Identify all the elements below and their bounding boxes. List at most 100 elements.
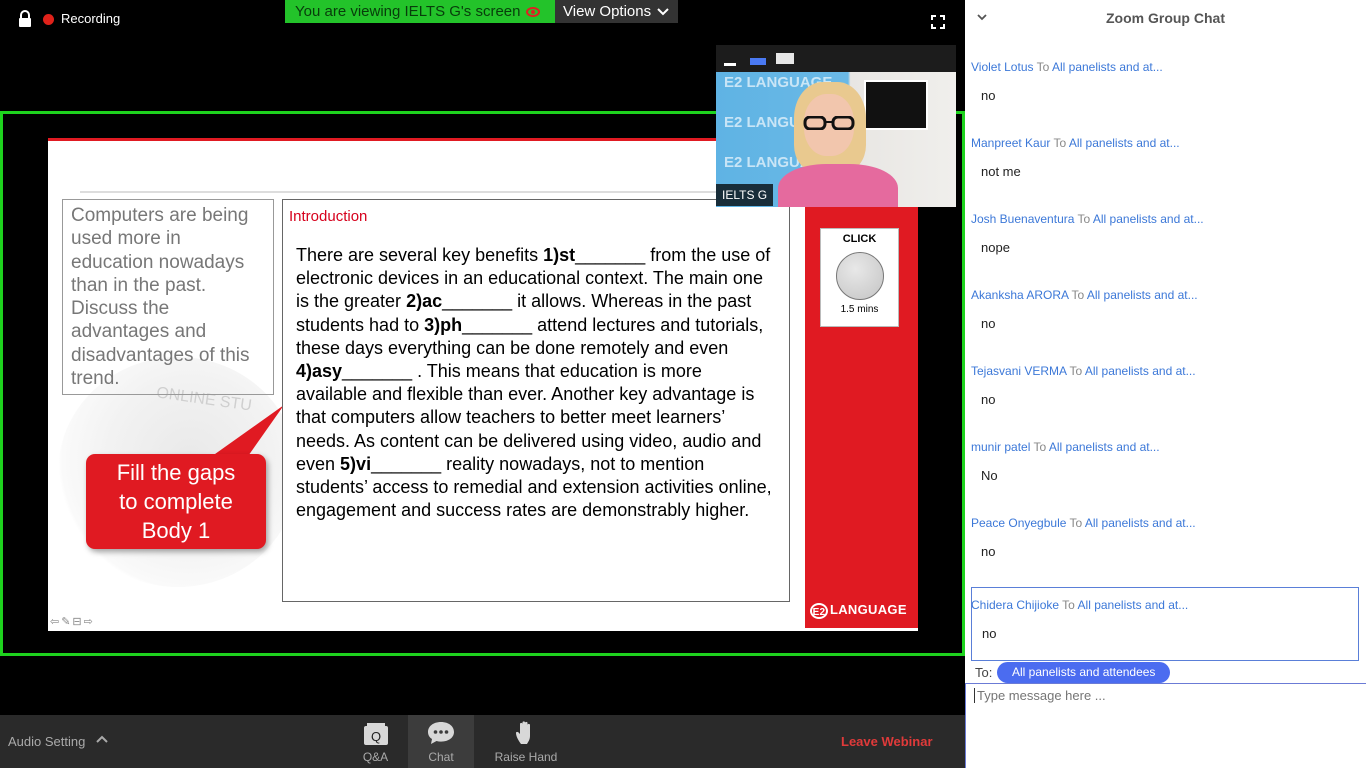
callout-line: to complete bbox=[119, 489, 233, 514]
click-label: CLICK bbox=[842, 233, 877, 245]
chat-message-header: Violet Lotus To All panelists and at... bbox=[971, 60, 1163, 74]
chat-message-text: no bbox=[982, 626, 997, 641]
chat-sender[interactable]: Akanksha ARORA bbox=[971, 288, 1068, 302]
raise-hand-button[interactable]: Raise Hand bbox=[485, 715, 567, 768]
qa-button[interactable]: Q Q&A bbox=[343, 715, 408, 768]
chat-message-header: Akanksha ARORA To All panelists and at..… bbox=[971, 288, 1198, 302]
chat-message[interactable]: munir patel To All panelists and at... No bbox=[971, 430, 1359, 504]
view-options-button[interactable]: View Options bbox=[555, 0, 678, 23]
chat-message-text: no bbox=[981, 544, 996, 559]
introduction-box: Introduction There are several key benef… bbox=[282, 199, 790, 602]
chat-sender[interactable]: Josh Buenaventura bbox=[971, 212, 1074, 226]
video-toolbar bbox=[716, 45, 956, 72]
chat-to-word: To bbox=[1071, 288, 1085, 302]
chat-message[interactable]: Manpreet Kaur To All panelists and at...… bbox=[971, 126, 1359, 200]
timer-button-icon[interactable] bbox=[835, 252, 884, 300]
message-input[interactable] bbox=[974, 688, 1357, 703]
chat-message[interactable]: Violet Lotus To All panelists and at... n… bbox=[971, 50, 1359, 124]
chat-sender[interactable]: Chidera Chijioke bbox=[971, 598, 1059, 612]
presenter-body bbox=[778, 164, 898, 207]
chat-recipient[interactable]: All panelists and at... bbox=[1085, 516, 1196, 530]
lock-icon bbox=[19, 10, 31, 27]
chat-message-header: Chidera Chijioke To All panelists and at… bbox=[971, 598, 1188, 612]
chat-message-header: Josh Buenaventura To All panelists and a… bbox=[971, 212, 1204, 226]
paragraph-text: There are several key benefits bbox=[296, 245, 544, 265]
gap-number: 3)ph bbox=[424, 314, 463, 335]
gap-number: 2)ac bbox=[406, 291, 443, 312]
view-options-label: View Options bbox=[563, 3, 652, 20]
callout-line: Body 1 bbox=[141, 518, 211, 543]
expand-video-icon[interactable] bbox=[776, 51, 796, 65]
e2-language-logo: E2 LANGUAGE bbox=[810, 602, 907, 619]
chat-message-header: Manpreet Kaur To All panelists and at... bbox=[971, 136, 1180, 150]
chat-recipient[interactable]: All panelists and at... bbox=[1052, 60, 1163, 74]
presentation-slide: ONLINE STU Computers are being used more… bbox=[48, 138, 918, 631]
slide-divider bbox=[80, 191, 720, 193]
slide-annotation-tools[interactable]: ⇦✎⊟⇨ bbox=[50, 615, 95, 628]
fullscreen-icon[interactable] bbox=[931, 15, 945, 29]
chat-sender[interactable]: Tejasvani VERMA bbox=[971, 364, 1066, 378]
chat-message-text: no bbox=[981, 392, 996, 407]
wall-poster bbox=[864, 80, 928, 130]
gap-number: 4)asy bbox=[296, 361, 343, 382]
chat-message[interactable]: Chidera Chijioke To All panelists and at… bbox=[971, 587, 1359, 661]
active-speaker-view-icon[interactable] bbox=[750, 54, 768, 68]
recording-indicator-icon bbox=[43, 14, 54, 25]
introduction-paragraph: There are several key benefits 1)st_____… bbox=[296, 244, 774, 522]
chat-sender[interactable]: munir patel bbox=[971, 440, 1030, 454]
gap-number: 1)st bbox=[543, 245, 576, 265]
chat-to-word: To bbox=[1062, 598, 1075, 612]
chat-to-word: To bbox=[1036, 60, 1050, 74]
chat-message-text: no bbox=[981, 316, 996, 331]
chat-button[interactable]: Chat bbox=[408, 715, 474, 768]
chat-recipient[interactable]: All panelists and at... bbox=[1093, 212, 1204, 226]
timer-duration: 1.5 mins bbox=[840, 304, 879, 315]
chat-label: Chat bbox=[428, 750, 454, 764]
chat-message-text: not me bbox=[981, 164, 1021, 179]
chat-recipient[interactable]: All panelists and at... bbox=[1049, 440, 1160, 454]
chat-recipient[interactable]: All panelists and at... bbox=[1087, 288, 1198, 302]
participant-name-tag: IELTS G bbox=[716, 184, 774, 206]
chevron-up-icon[interactable] bbox=[96, 734, 108, 744]
chat-message-header: munir patel To All panelists and at... bbox=[971, 440, 1160, 454]
chat-message[interactable]: Akanksha ARORA To All panelists and at..… bbox=[971, 278, 1359, 352]
compose-area[interactable] bbox=[965, 683, 1366, 768]
recording-label: Recording bbox=[61, 11, 121, 26]
chat-sender[interactable]: Peace Onyegbule bbox=[971, 516, 1066, 530]
meeting-toolbar: Audio Setting Q Q&A Chat Raise Hand Leav… bbox=[0, 715, 965, 768]
viewing-screen-banner: You are viewing IELTS G's screen bbox=[285, 0, 555, 23]
audio-setting-button[interactable]: Audio Setting bbox=[8, 734, 85, 749]
chat-message[interactable]: Tejasvani VERMA To All panelists and at.… bbox=[971, 354, 1359, 428]
chat-to-word: To bbox=[1033, 440, 1047, 454]
chat-bubble-icon bbox=[428, 722, 454, 744]
e2-badge-icon: E2 bbox=[810, 602, 828, 619]
chat-message-header: Peace Onyegbule To All panelists and at.… bbox=[971, 516, 1196, 530]
chat-sender[interactable]: Violet Lotus bbox=[971, 60, 1034, 74]
raise-hand-label: Raise Hand bbox=[494, 750, 558, 764]
chat-sender[interactable]: Manpreet Kaur bbox=[971, 136, 1050, 150]
recipient-selector[interactable]: All panelists and attendees bbox=[997, 662, 1171, 683]
svg-text:Q: Q bbox=[371, 729, 381, 744]
chat-message-text: No bbox=[981, 468, 998, 483]
chat-recipient[interactable]: All panelists and at... bbox=[1078, 598, 1189, 612]
gap-number: 5)vi bbox=[340, 453, 372, 474]
leave-webinar-button[interactable]: Leave Webinar bbox=[841, 734, 933, 749]
chat-to-word: To bbox=[1053, 136, 1067, 150]
chat-recipient[interactable]: All panelists and at... bbox=[1085, 364, 1196, 378]
chat-recipient[interactable]: All panelists and at... bbox=[1069, 136, 1180, 150]
minimize-icon[interactable] bbox=[724, 54, 738, 68]
introduction-heading: Introduction bbox=[289, 208, 368, 225]
fill-the-gaps-callout: Fill the gaps to complete Body 1 bbox=[86, 454, 266, 549]
viewing-banner-text: You are viewing IELTS G's screen bbox=[295, 3, 521, 20]
chat-title: Zoom Group Chat bbox=[1106, 10, 1225, 26]
chat-message[interactable]: Josh Buenaventura To All panelists and a… bbox=[971, 202, 1359, 276]
chevron-down-icon bbox=[657, 8, 669, 16]
chat-message[interactable]: Peace Onyegbule To All panelists and at.… bbox=[971, 506, 1359, 580]
chat-to-word: To bbox=[1077, 212, 1091, 226]
chat-message-header: Tejasvani VERMA To All panelists and at.… bbox=[971, 364, 1196, 378]
callout-line: Fill the gaps bbox=[116, 460, 236, 485]
eye-icon bbox=[526, 7, 541, 18]
essay-question-box: Computers are being used more in educati… bbox=[62, 199, 274, 395]
chat-to-word: To bbox=[1069, 516, 1083, 530]
timer-click-box[interactable]: CLICK 1.5 mins bbox=[820, 228, 899, 327]
